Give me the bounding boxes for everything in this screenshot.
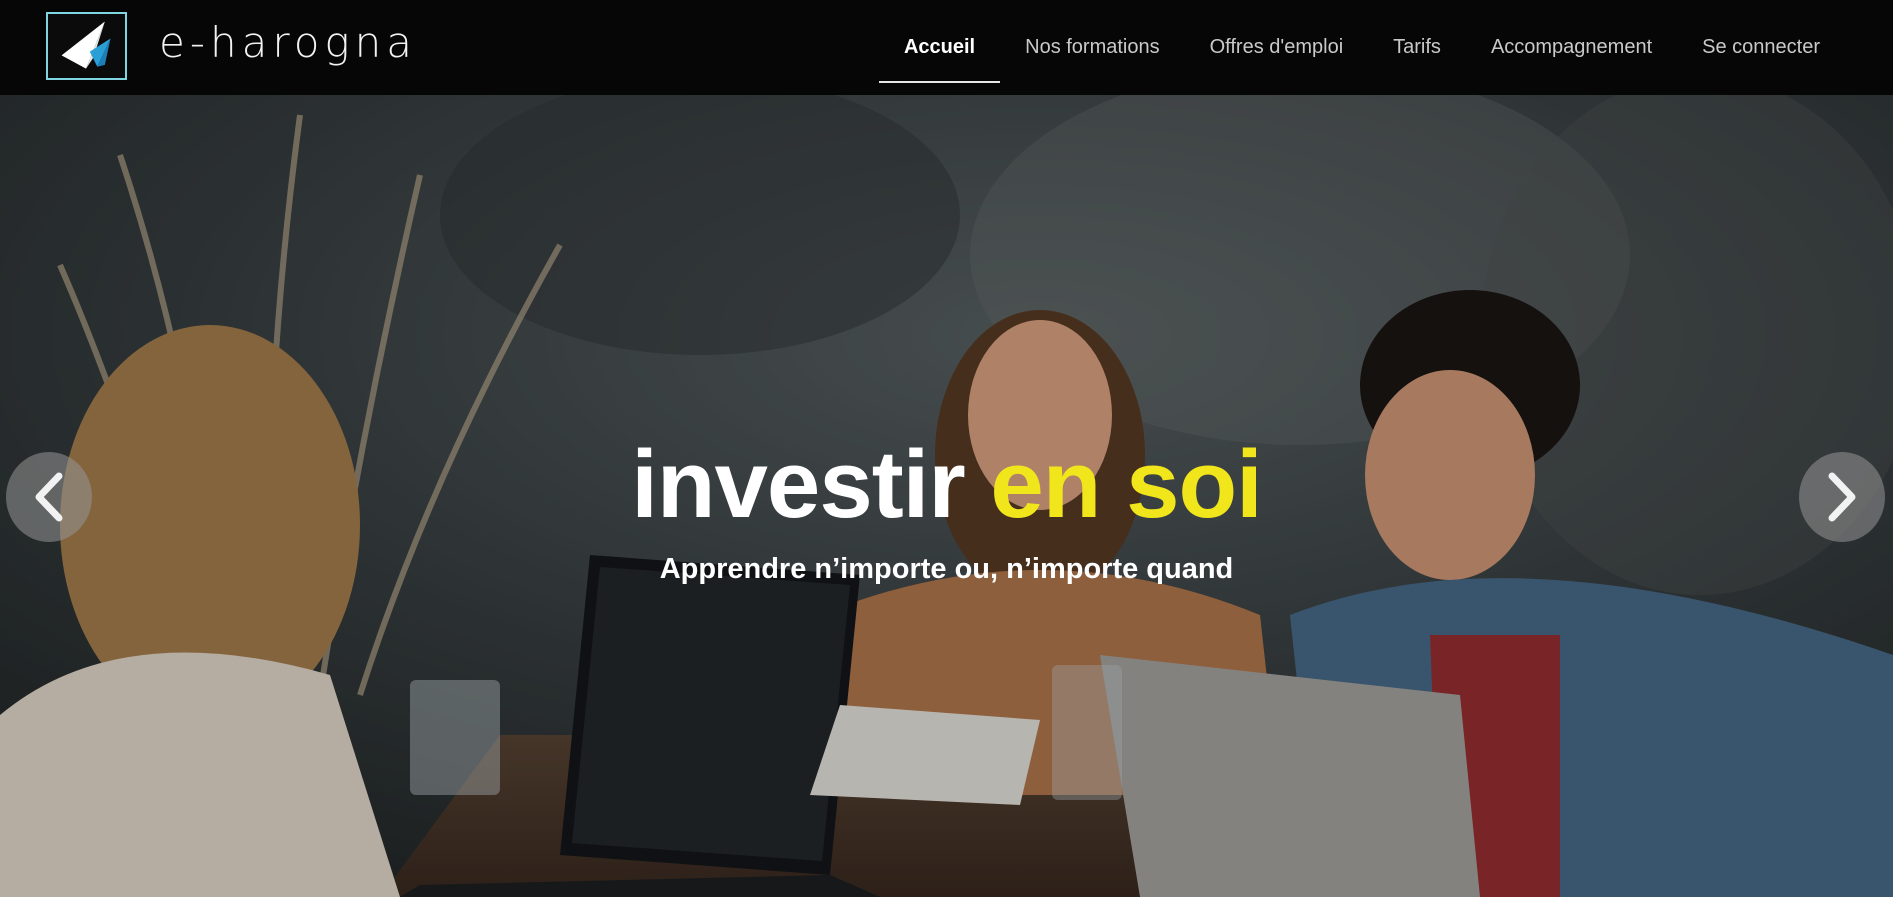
carousel-prev-button[interactable] [6,452,92,542]
hero-headline-yellow: en soi [990,431,1262,538]
nav-item-tarifs[interactable]: Tarifs [1368,0,1466,95]
nav-item-accueil[interactable]: Accueil [878,0,1001,95]
nav-item-nos-formations[interactable]: Nos formations [1000,0,1185,95]
carousel-next-button[interactable] [1799,452,1885,542]
top-navbar: e-harogna Accueil Nos formations Offres … [0,0,1893,95]
chevron-right-icon [1828,472,1856,522]
hero-headline: investir en soi [0,430,1893,540]
hero-carousel: investir en soi Apprendre n’importe ou, … [0,95,1893,897]
brand-name[interactable]: e-harogna [159,18,417,67]
main-nav: Accueil Nos formations Offres d'emploi T… [878,0,1893,95]
logo[interactable] [46,12,127,80]
paper-plane-icon [61,21,111,69]
hero-headline-white: investir [631,431,965,538]
chevron-left-icon [35,472,63,522]
nav-item-accompagnement[interactable]: Accompagnement [1466,0,1677,95]
nav-item-se-connecter[interactable]: Se connecter [1677,0,1845,95]
hero-subheadline: Apprendre n’importe ou, n’importe quand [659,553,1234,585]
nav-item-offres-emploi[interactable]: Offres d'emploi [1185,0,1369,95]
